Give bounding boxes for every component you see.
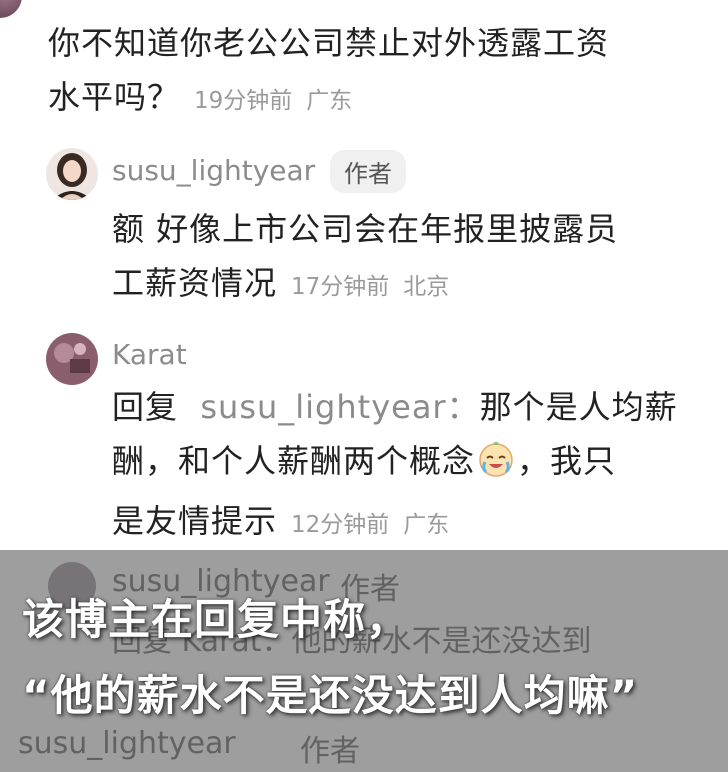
comment-location: 广东 [306, 88, 353, 114]
avatar[interactable] [46, 333, 98, 385]
comment-time: 17分钟前 [291, 274, 390, 300]
background-author-badge: 作者 [300, 734, 360, 769]
comment-time: 12分钟前 [291, 512, 390, 538]
comment-text: 回复 susu_lightyear：那个是人均薪 酬，和个人薪酬两个概念 ，我只… [112, 388, 678, 540]
comment-username[interactable]: Karat [112, 338, 187, 371]
author-badge: 作者 [330, 150, 406, 193]
background-username: susu_lightyear [18, 726, 236, 761]
comment-text: 额 好像上市公司会在年报里披露员 工薪资情况 17分钟前 北京 [112, 210, 619, 302]
comment-location: 广东 [403, 512, 450, 538]
avatar[interactable] [0, 0, 22, 18]
comment-time: 19分钟前 [194, 88, 293, 114]
comment-location: 北京 [403, 274, 450, 300]
comment-username[interactable]: susu_lightyear [112, 154, 315, 187]
reply-target-username[interactable]: susu_lightyear： [200, 388, 479, 426]
avatar[interactable] [46, 148, 98, 200]
comment-text: 你不知道你老公公司禁止对外透露工资 水平吗？ 19分钟前 广东 [48, 24, 610, 116]
crying-laughing-emoji-icon [477, 440, 515, 494]
caption-overlay: susu_lightyear 作者 回复 Karat：他的薪水不是还没达到 su… [0, 550, 728, 772]
video-caption-line-2: “他的薪水不是还没达到人均嘛” [22, 671, 639, 720]
video-caption-line-1: 该博主在回复中称， [22, 595, 410, 644]
